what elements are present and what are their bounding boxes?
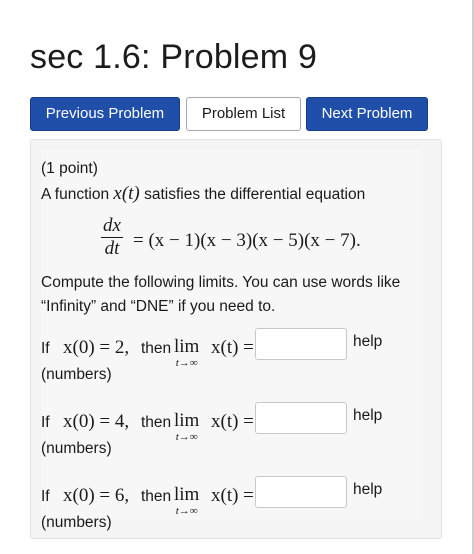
limit-notation: lim t→∞ (174, 410, 200, 444)
help-link-3[interactable]: help (353, 481, 382, 499)
part-condition: x(0) = 4, (63, 411, 130, 432)
part-prefix: If (41, 488, 50, 505)
intro-rest: satisfies the differential equation (144, 186, 366, 203)
help-link-1[interactable]: help (353, 333, 382, 351)
intro-text: A function x(t) satisfies the differenti… (41, 183, 365, 205)
instructions-line-1: Compute the following limits. You can us… (41, 274, 401, 291)
limit-operator: lim (174, 484, 200, 505)
problem-content: (1 point) A function x(t) satisfies the … (41, 150, 421, 531)
part-prefix: If (41, 340, 50, 357)
limit-operator: lim (174, 336, 200, 357)
answer-input-3[interactable] (255, 476, 347, 508)
problem-list-button[interactable]: Problem List (186, 97, 301, 131)
answer-input-2[interactable] (255, 402, 347, 434)
equation-denominator: dt (104, 238, 120, 259)
limit-notation: lim t→∞ (174, 336, 200, 370)
part-then: then (141, 340, 172, 357)
intro-function: x(t) (113, 183, 140, 204)
previous-problem-button[interactable]: Previous Problem (30, 97, 180, 131)
page-title: sec 1.6: Problem 9 (30, 38, 318, 76)
page: sec 1.6: Problem 9 Previous Problem Prob… (0, 0, 474, 554)
equation-rhs: = (x − 1)(x − 3)(x − 5)(x − 7). (133, 230, 361, 251)
part-then: then (141, 414, 172, 431)
part-condition: x(0) = 6, (63, 485, 130, 506)
part-prefix: If (41, 414, 50, 431)
limit-expression: x(t) = (211, 411, 254, 432)
part-condition: x(0) = 2, (63, 337, 130, 358)
help-link-2[interactable]: help (353, 407, 382, 425)
limit-subscript: t→∞ (175, 357, 198, 369)
answer-type-label-1: (numbers) (41, 366, 112, 383)
answer-input-1[interactable] (255, 328, 347, 360)
limit-subscript: t→∞ (175, 431, 198, 443)
limit-operator: lim (174, 410, 200, 431)
answer-type-label-2: (numbers) (41, 440, 112, 457)
part-then: then (141, 488, 172, 505)
intro-lead: A function (41, 186, 110, 203)
problem-panel: (1 point) A function x(t) satisfies the … (30, 139, 442, 539)
limit-notation: lim t→∞ (174, 484, 200, 518)
answer-type-label-3: (numbers) (41, 514, 112, 531)
limit-expression: x(t) = (211, 485, 254, 506)
equation-fraction: dx dt (101, 216, 123, 259)
next-problem-button[interactable]: Next Problem (306, 97, 428, 131)
limit-expression: x(t) = (211, 337, 254, 358)
limit-subscript: t→∞ (175, 505, 198, 517)
equation-numerator: dx (101, 215, 123, 238)
points-label: (1 point) (41, 160, 98, 177)
instructions-line-2: “Infinity” and “DNE” if you need to. (41, 298, 276, 315)
problem-nav: Previous Problem Problem List Next Probl… (30, 97, 428, 131)
